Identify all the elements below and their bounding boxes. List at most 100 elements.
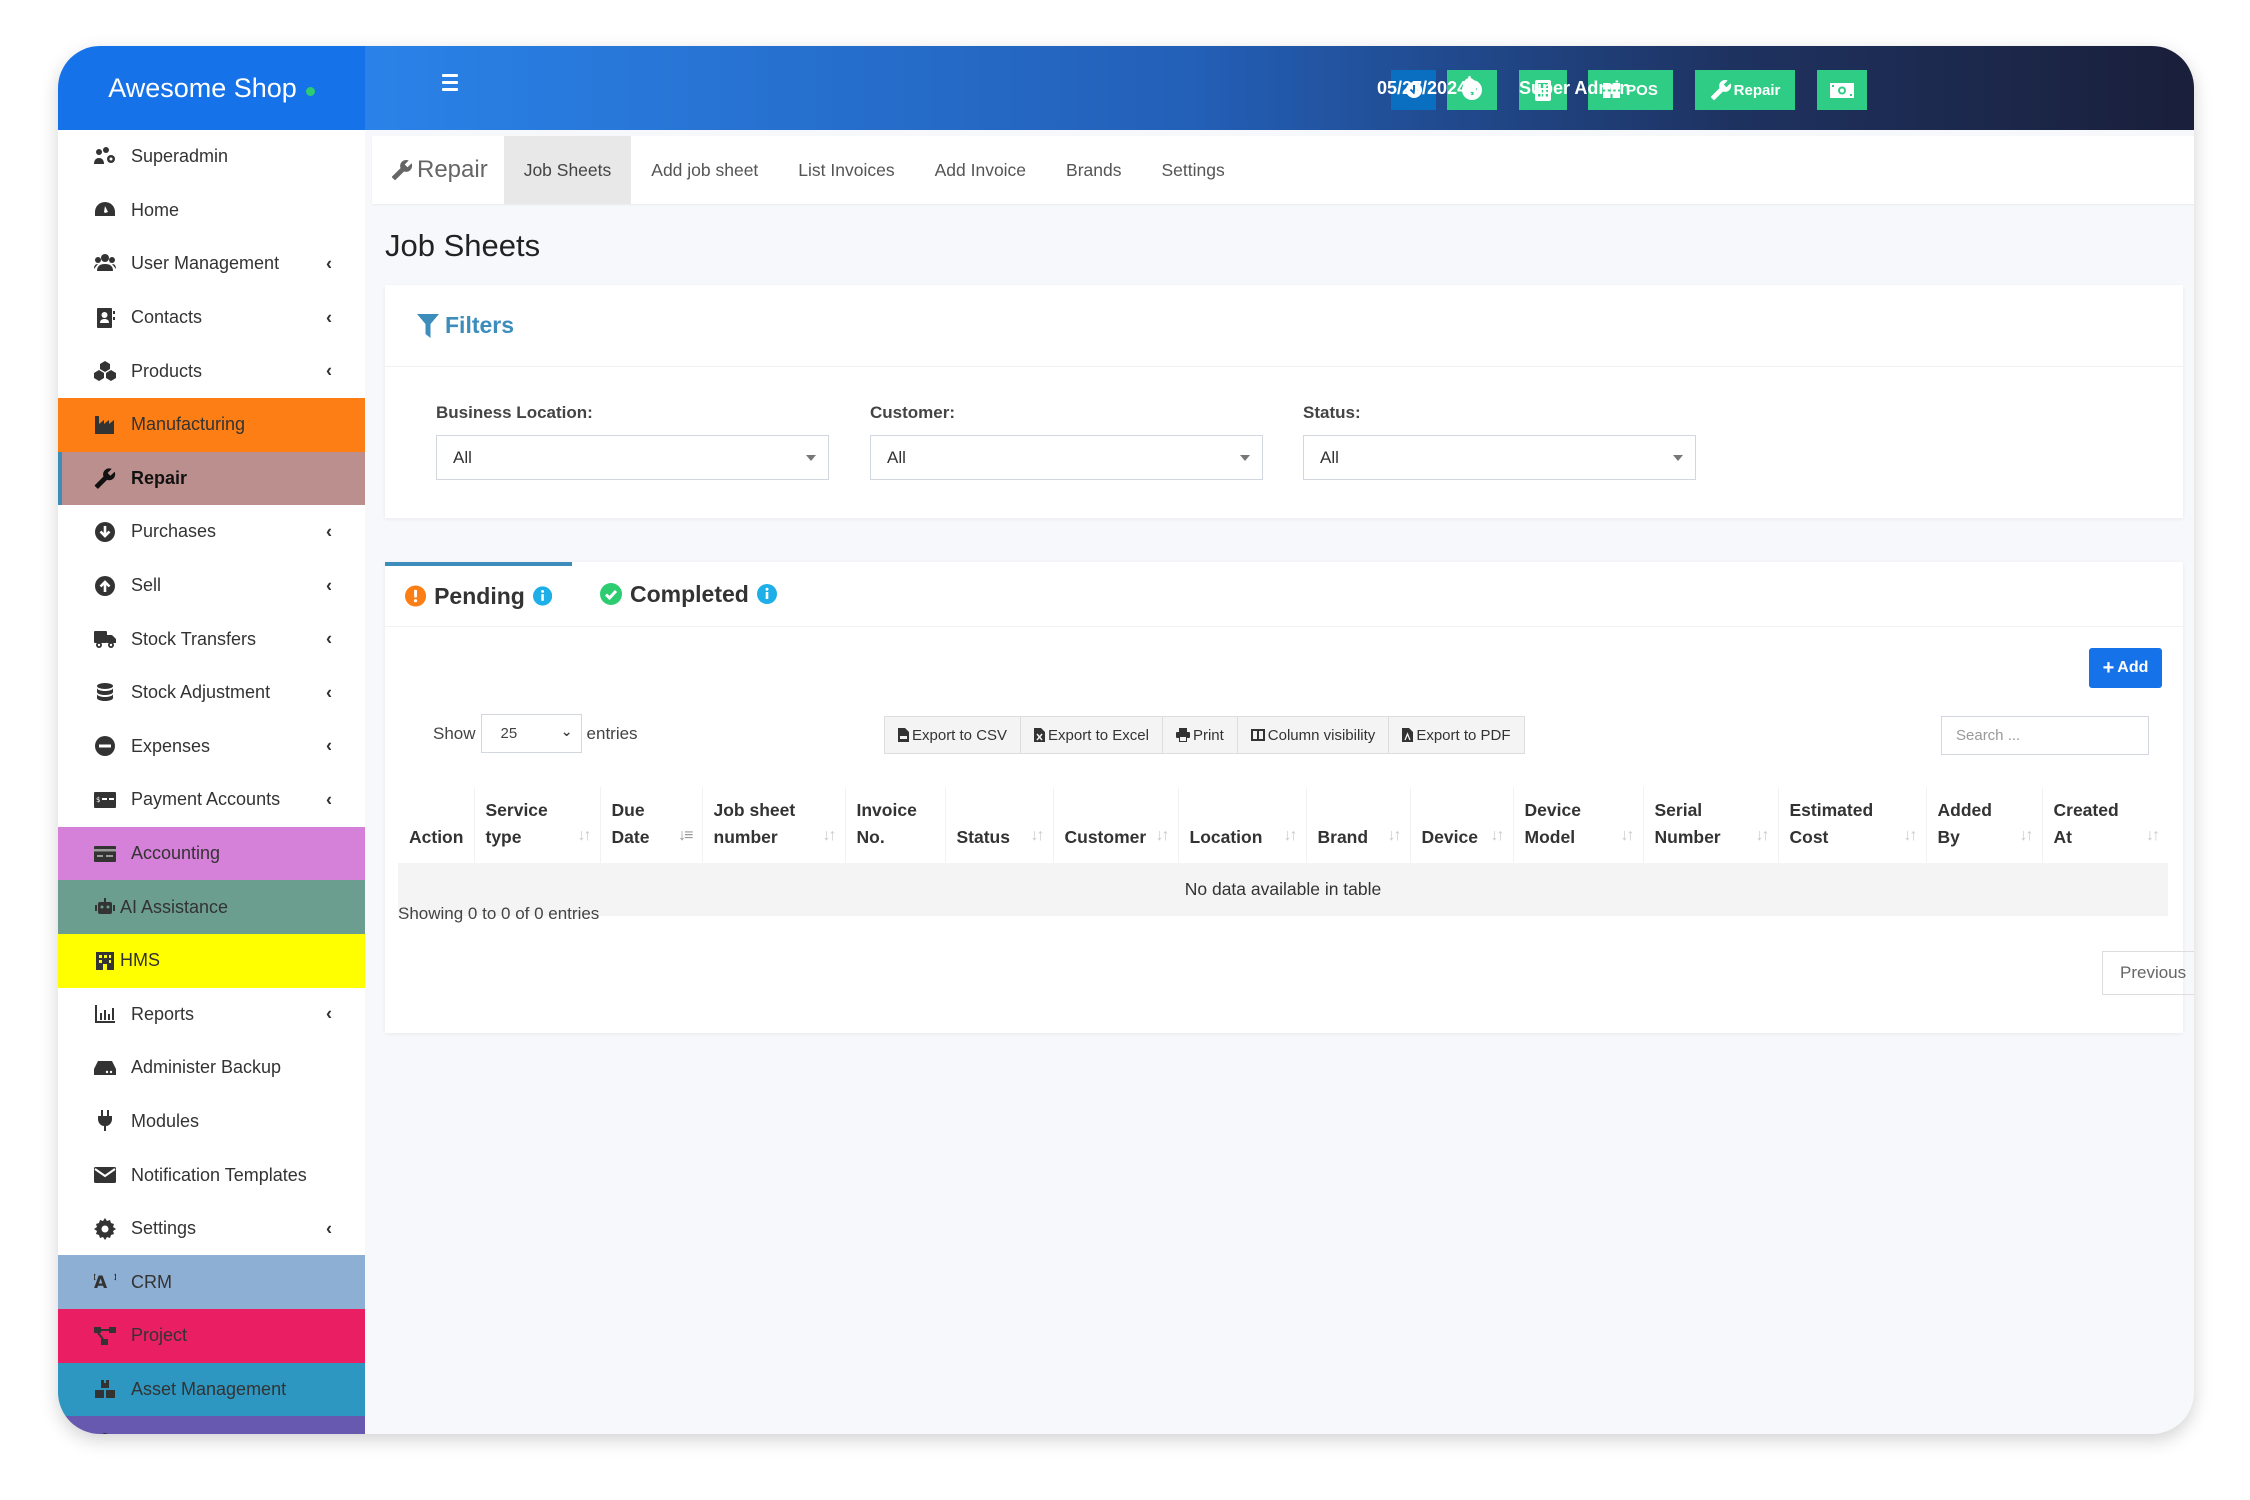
nav-add-job-sheet[interactable]: Add job sheet [631, 136, 778, 204]
bar-chart-icon [92, 1003, 118, 1025]
credit-card-icon [92, 843, 118, 865]
column-header-created-at[interactable]: Created At ↓↑ [2042, 787, 2168, 863]
export-pdf-button[interactable]: Export to PDF [1389, 717, 1523, 753]
dashboard-icon [92, 199, 118, 221]
sidebar-item-label: Products [131, 360, 203, 381]
sidebar-item-ai-assistance[interactable]: AI Assistance [58, 880, 365, 934]
sidebar-item-stock-adjustment[interactable]: Stock Adjustment ‹ [58, 666, 365, 720]
customer-label: Customer: [870, 403, 956, 422]
sidebar-item-more[interactable] [58, 1416, 365, 1434]
hdd-icon [92, 1057, 118, 1079]
sidebar-item-home[interactable]: Home [58, 184, 365, 238]
menu-toggle-icon[interactable] [442, 74, 458, 92]
chevron-down-icon: ⌄ [560, 723, 573, 739]
export-excel-button[interactable]: Export to Excel [1021, 717, 1163, 753]
sidebar-item-asset-management[interactable]: Asset Management [58, 1362, 365, 1417]
arrow-circle-down-icon [92, 521, 118, 543]
plus-icon: + [2102, 657, 2115, 679]
business-location-select[interactable]: All [436, 435, 829, 480]
sidebar-item-reports[interactable]: Reports ‹ [58, 988, 365, 1042]
sidebar-item-superadmin[interactable]: Superadmin [58, 130, 365, 184]
info-circle-icon[interactable] [756, 584, 777, 604]
column-header-device-model[interactable]: Device Model ↓↑ [1513, 787, 1644, 863]
column-visibility-button[interactable]: Column visibility [1238, 717, 1390, 753]
business-location-label: Business Location: [436, 403, 593, 422]
chevron-left-icon: ‹ [326, 1003, 332, 1024]
page-length-value: 25 [500, 725, 518, 742]
notifications-button[interactable] [1461, 76, 1478, 101]
minus-circle-icon [92, 735, 118, 757]
brand-logo[interactable]: Awesome Shop [58, 46, 365, 130]
sidebar-item-project[interactable]: Project [58, 1309, 365, 1363]
column-header-service-type[interactable]: Service type ↓↑ [474, 787, 601, 863]
sidebar-item-purchases[interactable]: Purchases ‹ [58, 505, 365, 559]
boxes-icon [92, 1378, 118, 1400]
print-button[interactable]: Print [1163, 717, 1238, 753]
sidebar-item-user-management[interactable]: User Management ‹ [58, 237, 365, 291]
tab-completed[interactable]: Completed [572, 562, 797, 626]
hotel-icon [92, 950, 118, 972]
column-header-serial-number[interactable]: Serial Number ↓↑ [1643, 787, 1779, 863]
column-header-customer[interactable]: Customer ↓↑ [1053, 787, 1179, 863]
search-input[interactable] [1941, 716, 2149, 755]
chevron-left-icon: ‹ [326, 521, 332, 542]
users-icon [92, 1432, 118, 1434]
sidebar-item-payment-accounts[interactable]: $ Payment Accounts ‹ [58, 773, 365, 827]
tab-completed-label: Completed [630, 580, 749, 607]
user-menu[interactable]: Super Admin [1519, 78, 1630, 99]
repair-button[interactable]: Repair [1695, 70, 1795, 110]
sidebar-item-contacts[interactable]: Contacts ‹ [58, 291, 365, 345]
export-csv-button[interactable]: Export to CSV [885, 717, 1022, 753]
online-status-dot [305, 86, 315, 96]
sort-icon: ↓↑ [1387, 827, 1402, 844]
module-brand[interactable]: Repair [372, 136, 504, 204]
customer-filter: Customer: All [870, 403, 1263, 480]
column-header-line1: Added [1937, 800, 1992, 820]
sidebar-item-label: Purchases [131, 521, 217, 542]
sidebar-item-products[interactable]: Products ‹ [58, 344, 365, 398]
nav-brands[interactable]: Brands [1046, 136, 1141, 204]
nav-job-sheets[interactable]: Job Sheets [503, 136, 632, 204]
sidebar-item-accounting[interactable]: Accounting [58, 826, 365, 881]
nav-list-invoices[interactable]: List Invoices [778, 136, 914, 204]
plug-icon [92, 1110, 118, 1132]
nav-settings[interactable]: Settings [1142, 136, 1245, 204]
sidebar-item-crm[interactable]: A CRM [58, 1255, 365, 1310]
previous-page-button[interactable]: Previous [2103, 952, 2194, 994]
job-sheets-card: Pending Completed + Add Show 25 ⌄ entrie… [385, 562, 2194, 1033]
column-visibility-label: Column visibility [1267, 726, 1376, 744]
column-header-brand[interactable]: Brand ↓↑ [1306, 787, 1411, 863]
customer-select[interactable]: All [870, 435, 1263, 480]
column-header-line2: Number [1654, 827, 1721, 847]
sidebar-item-settings[interactable]: Settings ‹ [58, 1202, 365, 1256]
column-header-estimated-cost[interactable]: Estimated Cost ↓↑ [1778, 787, 1927, 863]
sidebar-item-repair[interactable]: Repair [58, 451, 365, 506]
sidebar-item-modules[interactable]: Modules [58, 1095, 365, 1149]
filters-header[interactable]: Filters [385, 285, 2183, 367]
status-select[interactable]: All [1303, 435, 1696, 480]
column-header-location[interactable]: Location ↓↑ [1178, 787, 1307, 863]
column-header-status[interactable]: Status ↓↑ [945, 787, 1054, 863]
sidebar-item-hms[interactable]: HMS [58, 933, 365, 988]
sidebar-item-sell[interactable]: Sell ‹ [58, 559, 365, 613]
wrench-icon [1710, 80, 1731, 101]
tab-pending-label: Pending [434, 582, 525, 609]
sidebar-item-manufacturing[interactable]: Manufacturing [58, 397, 365, 452]
column-header-line1: Created [2053, 800, 2119, 820]
sidebar-item-notification-templates[interactable]: Notification Templates [58, 1148, 365, 1202]
add-job-sheet-button[interactable]: + Add [2089, 648, 2162, 688]
sidebar-item-label: Reports [131, 1003, 195, 1024]
column-header-device[interactable]: Device ↓↑ [1410, 787, 1514, 863]
column-header-added-by[interactable]: Added By ↓↑ [1926, 787, 2043, 863]
column-header-due-date[interactable]: Due Date ↓≡ [600, 787, 703, 863]
sidebar-item-expenses[interactable]: Expenses ‹ [58, 720, 365, 774]
sidebar-item-stock-transfers[interactable]: Stock Transfers ‹ [58, 612, 365, 666]
page-length-select[interactable]: 25 ⌄ [480, 714, 582, 753]
info-circle-icon[interactable] [532, 586, 552, 606]
column-header-job-sheet-number[interactable]: Job sheet number ↓↑ [702, 787, 846, 863]
sidebar-item-administer-backup[interactable]: Administer Backup [58, 1041, 365, 1095]
print-icon [1175, 728, 1190, 742]
tab-pending[interactable]: Pending [385, 562, 572, 626]
cash-register-button[interactable] [1817, 70, 1867, 110]
nav-add-invoice[interactable]: Add Invoice [915, 136, 1046, 204]
